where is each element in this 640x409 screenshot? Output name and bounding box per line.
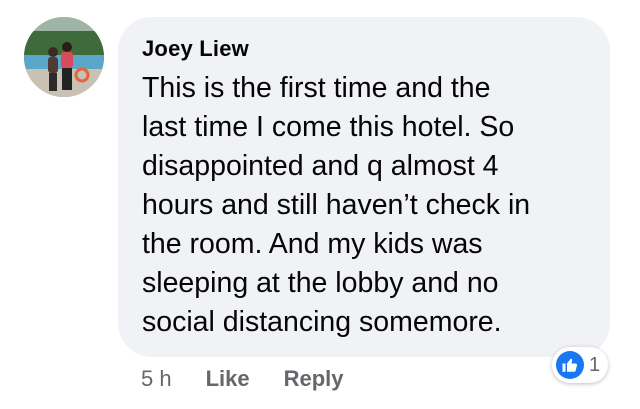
comment-actions: 5 h Like Reply <box>141 364 344 394</box>
like-button[interactable]: Like <box>206 366 250 392</box>
comment-bubble: Joey Liew This is the first time and the… <box>118 17 610 357</box>
comment-timestamp[interactable]: 5 h <box>141 366 172 392</box>
reaction-summary[interactable]: 1 <box>552 347 609 383</box>
avatar-photo <box>24 17 104 97</box>
reaction-count: 1 <box>589 353 601 376</box>
comment-author[interactable]: Joey Liew <box>142 36 249 62</box>
like-thumbs-up-icon <box>556 351 584 379</box>
avatar[interactable] <box>24 17 104 97</box>
reply-button[interactable]: Reply <box>284 366 344 392</box>
comment-text: This is the first time and the last time… <box>142 72 531 338</box>
